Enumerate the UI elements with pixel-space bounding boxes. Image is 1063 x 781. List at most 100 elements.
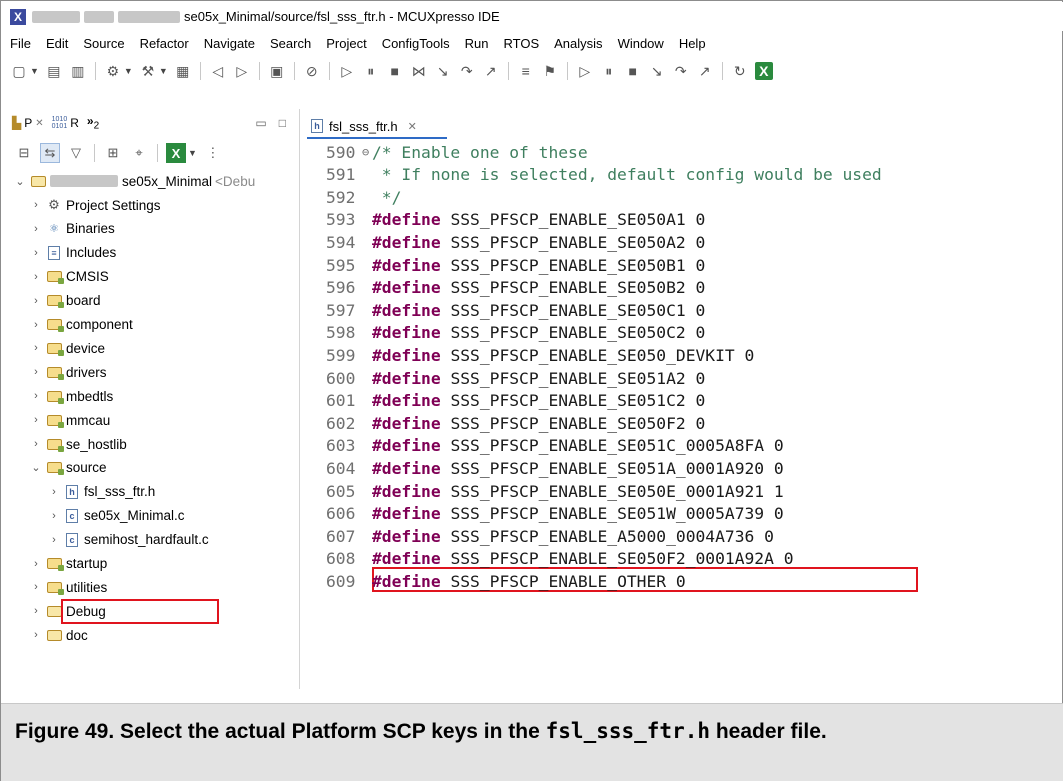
tree-item-mmcau[interactable]: › mmcau — [30, 408, 110, 432]
menu-analysis[interactable]: Analysis — [554, 36, 602, 51]
tree-item-label: startup — [66, 556, 108, 571]
chevron-down-icon[interactable]: ▼ — [124, 66, 133, 76]
filter-icon[interactable]: ▽ — [66, 143, 86, 163]
resume-icon[interactable]: ▷ — [338, 62, 356, 80]
tree-item-utilities[interactable]: › utilities — [30, 575, 107, 599]
back-icon[interactable]: ◁ — [209, 62, 227, 80]
config-tools-icon[interactable]: X — [166, 143, 186, 163]
chevron-right-icon[interactable]: › — [30, 558, 42, 570]
chevron-right-icon[interactable]: › — [30, 319, 42, 331]
fold-toggle-icon[interactable]: ⊖ — [362, 145, 372, 159]
tree-item-se-hostlib[interactable]: › se_hostlib — [30, 432, 127, 456]
terminal-icon[interactable]: ▣ — [268, 62, 286, 80]
tree-item-fsl-sss-ftr-h[interactable]: › h fsl_sss_ftr.h — [48, 480, 155, 504]
chevron-right-icon[interactable]: › — [30, 271, 42, 283]
chevron-right-icon[interactable]: › — [48, 510, 60, 522]
tree-item-device[interactable]: › device — [30, 336, 105, 360]
menu-configtools[interactable]: ConfigTools — [382, 36, 450, 51]
menu-navigate[interactable]: Navigate — [204, 36, 255, 51]
menu-source[interactable]: Source — [83, 36, 124, 51]
editor-tab[interactable]: h fsl_sss_ftr.h ✕ — [311, 115, 417, 137]
chevron-down-icon[interactable]: ▼ — [159, 66, 168, 76]
peripherals-icon[interactable]: ⚑ — [541, 62, 559, 80]
new-icon[interactable]: ▢ — [10, 62, 28, 80]
chevron-right-icon[interactable]: › — [30, 581, 42, 593]
menu-project[interactable]: Project — [326, 36, 366, 51]
chevron-right-icon[interactable]: › — [30, 390, 42, 402]
chevron-right-icon[interactable]: › — [30, 199, 42, 211]
menu-search[interactable]: Search — [270, 36, 311, 51]
forward-icon[interactable]: ▷ — [233, 62, 251, 80]
settings-icon[interactable]: ⚙ — [104, 62, 122, 80]
menu-refactor[interactable]: Refactor — [140, 36, 189, 51]
tree-item-includes[interactable]: › ≡ Includes — [30, 241, 116, 265]
menu-file[interactable]: File — [10, 36, 31, 51]
tree-item-mbedtls[interactable]: › mbedtls — [30, 384, 113, 408]
chevron-right-icon[interactable]: › — [30, 438, 42, 450]
save-all-icon[interactable]: ▥ — [69, 62, 87, 80]
suspend-all-icon[interactable]: ⏸ — [600, 62, 618, 80]
tab-project-explorer[interactable]: ▙ P ✕ — [12, 116, 44, 130]
chevron-right-icon[interactable]: › — [48, 486, 60, 498]
tree-item-binaries[interactable]: › ⚛ Binaries — [30, 217, 115, 241]
tab-registers[interactable]: 1010 0101 R — [52, 116, 79, 130]
chevron-right-icon[interactable]: › — [30, 629, 42, 641]
minimize-icon[interactable]: ▭ — [255, 116, 266, 130]
menu-run[interactable]: Run — [465, 36, 489, 51]
save-icon[interactable]: ▤ — [45, 62, 63, 80]
step-over-icon[interactable]: ↷ — [458, 62, 476, 80]
collapse-all-icon[interactable]: ⊟ — [14, 143, 34, 163]
close-icon[interactable]: ✕ — [35, 118, 43, 129]
chevron-down-icon[interactable]: ▼ — [30, 66, 39, 76]
more-views-button[interactable]: »2 — [87, 114, 99, 131]
tree-item-se05x-minimal-c[interactable]: › c se05x_Minimal.c — [48, 504, 184, 528]
step-return-all-icon[interactable]: ↗ — [696, 62, 714, 80]
step-into-icon[interactable]: ↘ — [434, 62, 452, 80]
maximize-icon[interactable]: □ — [279, 116, 286, 130]
mcuxpresso-config-icon[interactable]: X — [754, 62, 773, 80]
disconnect-icon[interactable]: ⋈ — [410, 62, 428, 80]
step-return-icon[interactable]: ↗ — [482, 62, 500, 80]
tree-item-cmsis[interactable]: › CMSIS — [30, 265, 109, 289]
grid-icon[interactable]: ⊞ — [103, 143, 123, 163]
tree-item-component[interactable]: › component — [30, 313, 133, 337]
step-over-all-icon[interactable]: ↷ — [672, 62, 690, 80]
tree-item-drivers[interactable]: › drivers — [30, 360, 107, 384]
close-icon[interactable]: ✕ — [408, 120, 417, 133]
chevron-right-icon[interactable]: › — [30, 605, 42, 617]
chevron-right-icon[interactable]: › — [30, 414, 42, 426]
tag-icon[interactable]: ⌖ — [129, 143, 149, 163]
chevron-down-icon[interactable]: ▼ — [188, 148, 197, 158]
project-root[interactable]: ⌄ se05x_Minimal <Debu — [14, 169, 255, 193]
chevron-down-icon[interactable]: ⌄ — [14, 175, 26, 188]
menu-edit[interactable]: Edit — [46, 36, 68, 51]
view-menu-icon[interactable]: ⋮ — [203, 143, 223, 163]
tree-item-semihost-hardfault-c[interactable]: › c semihost_hardfault.c — [48, 528, 208, 552]
skip-breakpoints-icon[interactable]: ⊘ — [303, 62, 321, 80]
chevron-down-icon[interactable]: ⌄ — [30, 461, 42, 474]
chevron-right-icon[interactable]: › — [30, 223, 42, 235]
link-with-editor-icon[interactable]: ⇆ — [40, 143, 60, 163]
tree-item-source[interactable]: ⌄ source — [30, 456, 107, 480]
tree-item-board[interactable]: › board — [30, 289, 101, 313]
resume-all-icon[interactable]: ▷ — [576, 62, 594, 80]
chevron-right-icon[interactable]: › — [30, 366, 42, 378]
binary-icon[interactable]: ▦ — [174, 62, 192, 80]
terminate-all-icon[interactable]: ■ — [624, 62, 642, 80]
tree-item-startup[interactable]: › startup — [30, 552, 107, 576]
chevron-right-icon[interactable]: › — [30, 342, 42, 354]
suspend-icon[interactable]: ⏸ — [362, 62, 380, 80]
build-hammer-icon[interactable]: ⚒ — [139, 62, 157, 80]
menu-help[interactable]: Help — [679, 36, 706, 51]
tree-item-doc[interactable]: › doc — [30, 623, 88, 647]
instruction-step-icon[interactable]: ≡ — [517, 62, 535, 80]
chevron-right-icon[interactable]: › — [30, 295, 42, 307]
menu-window[interactable]: Window — [618, 36, 664, 51]
chevron-right-icon[interactable]: › — [30, 247, 42, 259]
step-into-all-icon[interactable]: ↘ — [648, 62, 666, 80]
menu-rtos[interactable]: RTOS — [503, 36, 539, 51]
chevron-right-icon[interactable]: › — [48, 534, 60, 546]
terminate-icon[interactable]: ■ — [386, 62, 404, 80]
refresh-icon[interactable]: ↻ — [731, 62, 749, 80]
tree-item-project-settings[interactable]: › ⚙ Project Settings — [30, 193, 160, 217]
